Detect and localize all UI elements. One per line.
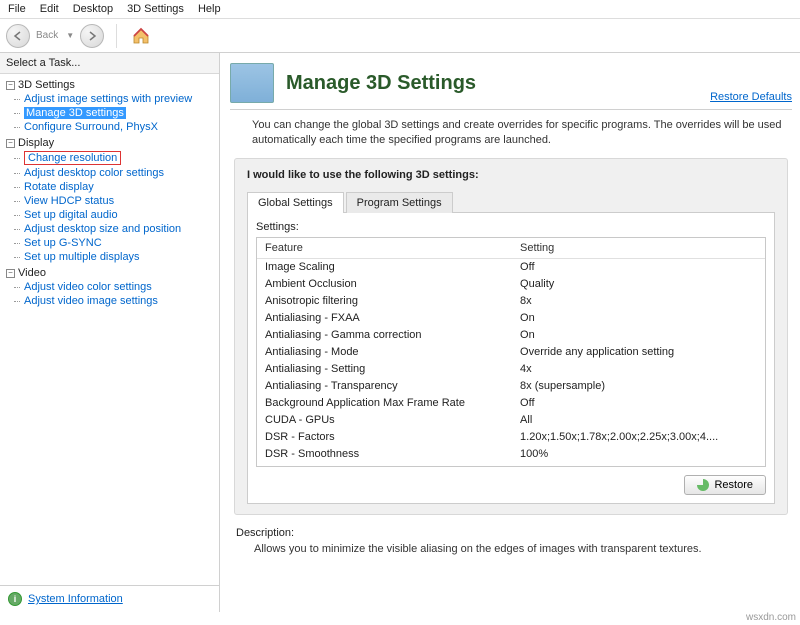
tree-group[interactable]: −Video (2, 266, 217, 280)
table-row[interactable]: Image ScalingOff (257, 258, 765, 276)
restore-button[interactable]: Restore (684, 475, 766, 495)
table-row[interactable]: CUDA - GPUsAll (257, 412, 765, 429)
menu-desktop[interactable]: Desktop (73, 3, 113, 15)
tree-item[interactable]: Configure Surround, PhysX (2, 120, 217, 134)
restore-defaults-link[interactable]: Restore Defaults (710, 91, 792, 103)
menu-help[interactable]: Help (198, 3, 221, 15)
table-row[interactable]: Antialiasing - Transparency8x (supersamp… (257, 378, 765, 395)
page-icon (230, 63, 274, 103)
menu-file[interactable]: File (8, 3, 26, 15)
page-description: You can change the global 3D settings an… (230, 118, 792, 158)
settings-label: Settings: (256, 221, 766, 233)
home-icon[interactable] (129, 24, 153, 48)
description-block: Description: Allows you to minimize the … (236, 527, 786, 555)
tree-item[interactable]: Manage 3D settings (2, 106, 217, 120)
info-icon: i (8, 592, 22, 606)
table-row[interactable]: DSR - Factors1.20x;1.50x;1.78x;2.00x;2.2… (257, 429, 765, 446)
settings-panel-title: I would like to use the following 3D set… (247, 169, 775, 181)
menu-3d-settings[interactable]: 3D Settings (127, 3, 184, 15)
collapse-icon[interactable]: − (6, 269, 15, 278)
content-area: Manage 3D Settings Restore Defaults You … (220, 53, 800, 612)
col-feature: Feature (257, 238, 512, 259)
tree-item[interactable]: Adjust video image settings (2, 294, 217, 308)
tree-item[interactable]: Adjust image settings with preview (2, 92, 217, 106)
tree-group[interactable]: −Display (2, 136, 217, 150)
sidebar-header: Select a Task... (0, 53, 219, 74)
tree-item[interactable]: Adjust desktop color settings (2, 166, 217, 180)
back-dropdown-icon[interactable]: ▼ (66, 31, 74, 40)
table-row[interactable]: Antialiasing - ModeOverride any applicat… (257, 344, 765, 361)
description-label: Description: (236, 527, 786, 539)
table-row[interactable]: Background Application Max Frame RateOff (257, 395, 765, 412)
description-text: Allows you to minimize the visible alias… (236, 543, 786, 555)
page-title: Manage 3D Settings (286, 72, 476, 95)
forward-button[interactable] (80, 24, 104, 48)
restore-icon (697, 479, 709, 491)
menubar: File Edit Desktop 3D Settings Help (0, 0, 800, 19)
table-row[interactable]: Anisotropic filtering8x (257, 293, 765, 310)
tree-item[interactable]: Adjust desktop size and position (2, 222, 217, 236)
table-row[interactable]: Antialiasing - Gamma correctionOn (257, 327, 765, 344)
menu-edit[interactable]: Edit (40, 3, 59, 15)
tree-item[interactable]: Set up digital audio (2, 208, 217, 222)
tabs: Global Settings Program Settings (247, 191, 775, 213)
sidebar: Select a Task... −3D SettingsAdjust imag… (0, 53, 220, 612)
system-information-link[interactable]: System Information (28, 593, 123, 605)
table-row[interactable]: Ambient OcclusionQuality (257, 276, 765, 293)
tree-item[interactable]: Adjust video color settings (2, 280, 217, 294)
tree-item[interactable]: Set up multiple displays (2, 250, 217, 264)
task-tree: −3D SettingsAdjust image settings with p… (0, 74, 219, 585)
table-row[interactable]: DSR - Smoothness100% (257, 446, 765, 463)
table-row[interactable]: Antialiasing - FXAAOn (257, 310, 765, 327)
table-row[interactable]: Antialiasing - Setting4x (257, 361, 765, 378)
toolbar: Back ▼ (0, 19, 800, 53)
tab-global-settings[interactable]: Global Settings (247, 192, 344, 213)
tab-program-settings[interactable]: Program Settings (346, 192, 453, 213)
watermark: wsxdn.com (746, 612, 796, 623)
tree-item[interactable]: View HDCP status (2, 194, 217, 208)
collapse-icon[interactable]: − (6, 139, 15, 148)
col-setting: Setting (512, 238, 765, 259)
settings-table[interactable]: Feature Setting Image ScalingOffAmbient … (256, 237, 766, 467)
collapse-icon[interactable]: − (6, 81, 15, 90)
back-label: Back (32, 30, 62, 41)
back-button[interactable] (6, 24, 30, 48)
tree-item[interactable]: Change resolution (2, 150, 217, 166)
tree-group[interactable]: −3D Settings (2, 78, 217, 92)
tree-item[interactable]: Rotate display (2, 180, 217, 194)
settings-panel: I would like to use the following 3D set… (234, 158, 788, 515)
tree-item[interactable]: Set up G-SYNC (2, 236, 217, 250)
